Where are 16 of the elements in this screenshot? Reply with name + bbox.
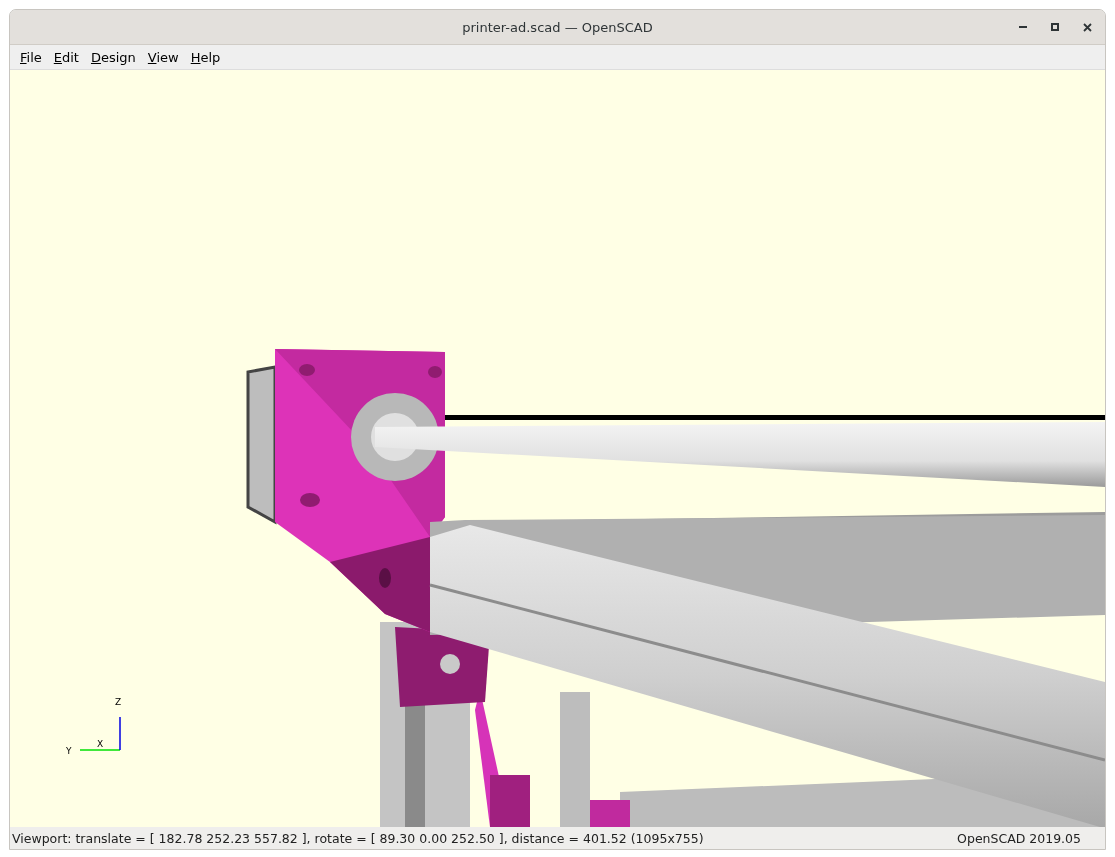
axis-label: X <box>97 739 104 749</box>
axis-label: Y <box>66 746 72 756</box>
maximize-icon <box>1051 23 1059 31</box>
version-label: OpenSCAD 2019.05 <box>957 830 1081 846</box>
window-title: printer-ad.scad — OpenSCAD <box>462 19 653 35</box>
menu-item[interactable]: File <box>14 47 48 67</box>
menu-item[interactable]: Design <box>84 47 142 67</box>
menu-item[interactable]: View <box>141 47 185 67</box>
3d-viewport[interactable]: Z Y X <box>10 70 1105 827</box>
menu-item[interactable]: Help <box>184 47 227 67</box>
close-icon <box>1082 22 1092 32</box>
menu-item[interactable]: Edit <box>47 47 85 67</box>
axes-indicator-drawing <box>79 716 121 751</box>
viewport-info: Viewport: translate = [ 182.78 252.23 557.82 ], rotate = [ 89.30 0.00 252.50 ], distance = 401.52 (1095x755) <box>12 830 704 846</box>
axis-label: Z <box>115 697 122 707</box>
minimize-icon <box>1019 26 1027 28</box>
